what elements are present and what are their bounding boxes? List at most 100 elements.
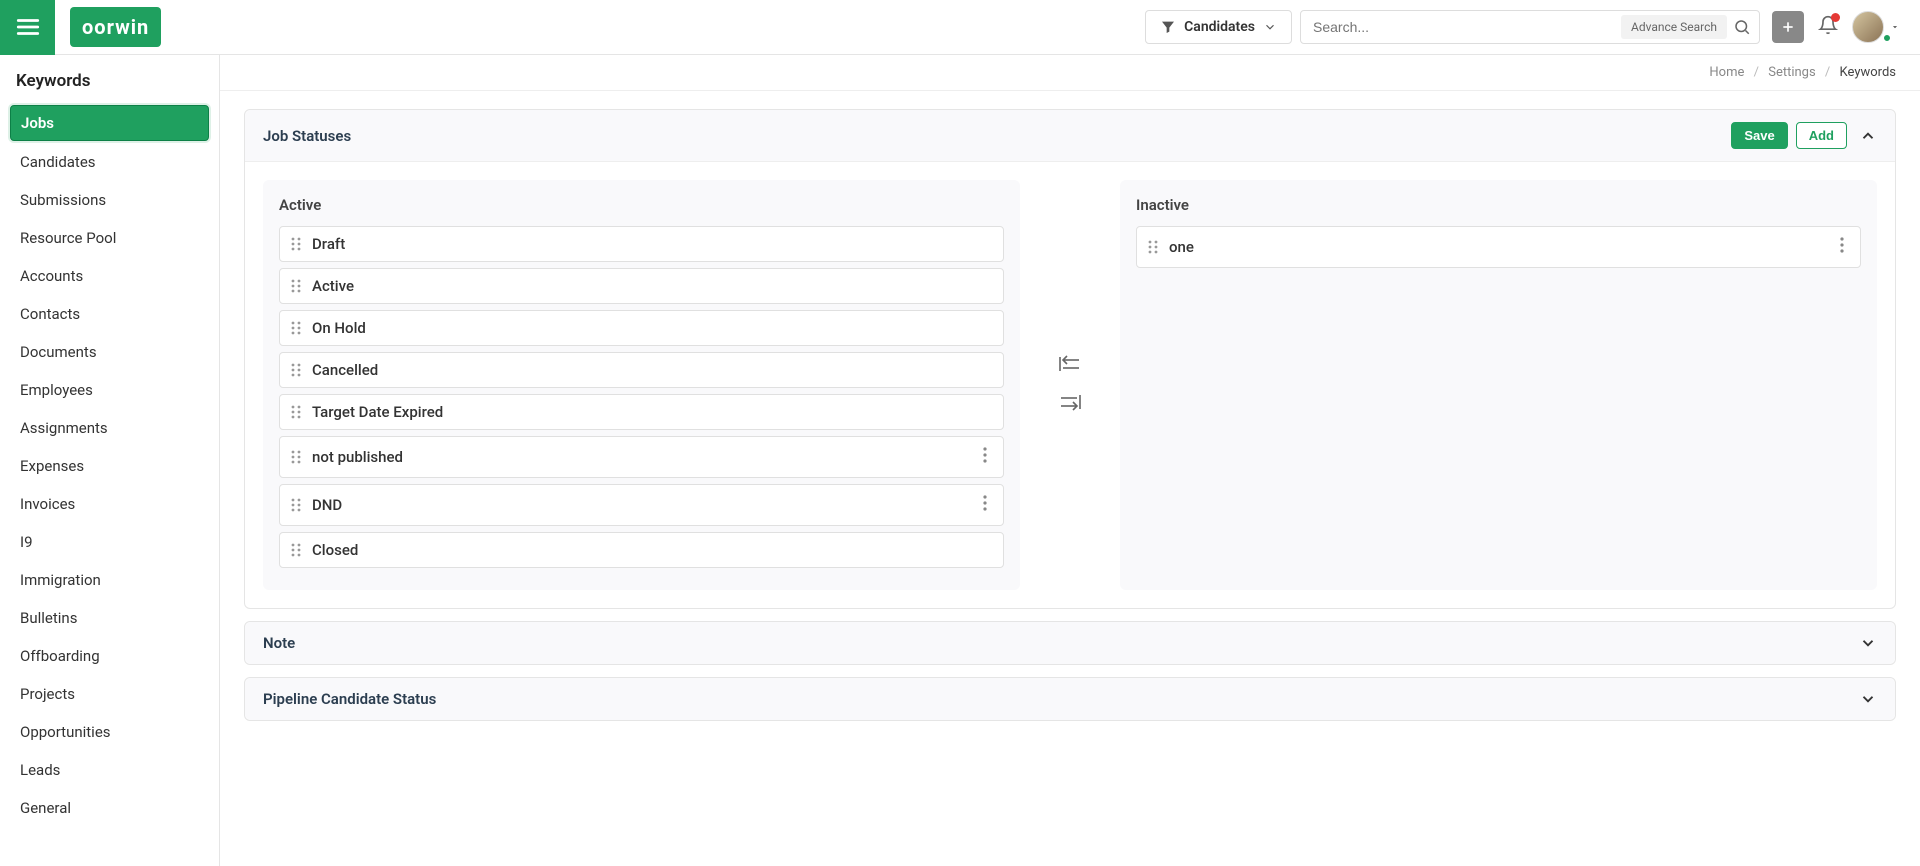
- search-container: Advance Search: [1300, 10, 1760, 44]
- panel-header-pipeline[interactable]: Pipeline Candidate Status: [245, 678, 1895, 720]
- add-button[interactable]: [1772, 11, 1804, 43]
- status-item[interactable]: On Hold: [279, 310, 1004, 346]
- status-item[interactable]: Draft: [279, 226, 1004, 262]
- panel-header-note[interactable]: Note: [245, 622, 1895, 664]
- drag-handle-icon[interactable]: [290, 320, 302, 336]
- move-right-icon: [1057, 392, 1083, 412]
- notifications-button[interactable]: [1818, 15, 1838, 39]
- sidebar-item-opportunities[interactable]: Opportunities: [10, 715, 209, 749]
- drag-handle-icon[interactable]: [290, 404, 302, 420]
- sidebar-item-immigration[interactable]: Immigration: [10, 563, 209, 597]
- status-item[interactable]: Cancelled: [279, 352, 1004, 388]
- transfer-controls: [1020, 180, 1120, 590]
- hamburger-menu-button[interactable]: [0, 0, 55, 55]
- top-header: oorwin Candidates Advance Search: [0, 0, 1920, 55]
- sidebar-item-leads[interactable]: Leads: [10, 753, 209, 787]
- expand-toggle[interactable]: [1859, 690, 1877, 708]
- panel-job-statuses: Job Statuses Save Add Active DraftActive…: [244, 109, 1896, 609]
- avatar: [1852, 11, 1884, 43]
- status-item[interactable]: Closed: [279, 532, 1004, 568]
- online-status-dot: [1882, 33, 1892, 43]
- move-left-button[interactable]: [1057, 354, 1083, 378]
- drag-handle-icon[interactable]: [290, 236, 302, 252]
- panel-title: Note: [263, 634, 1859, 652]
- chevron-up-icon: [1859, 127, 1877, 145]
- item-menu-button[interactable]: [1834, 235, 1850, 259]
- status-item[interactable]: Active: [279, 268, 1004, 304]
- sidebar-item-resource-pool[interactable]: Resource Pool: [10, 221, 209, 255]
- status-label: Active: [312, 277, 993, 295]
- drag-handle-icon[interactable]: [290, 362, 302, 378]
- panel-header-job-statuses: Job Statuses Save Add: [245, 110, 1895, 162]
- chevron-down-icon: [1263, 20, 1277, 34]
- sidebar: Keywords Jobs Candidates Submissions Resour…: [0, 55, 220, 866]
- status-item[interactable]: not published: [279, 436, 1004, 478]
- sidebar-title: Keywords: [10, 71, 209, 105]
- save-button[interactable]: Save: [1731, 122, 1787, 149]
- status-item[interactable]: DND: [279, 484, 1004, 526]
- sidebar-item-expenses[interactable]: Expenses: [10, 449, 209, 483]
- item-menu-button[interactable]: [977, 493, 993, 517]
- status-item[interactable]: one: [1136, 226, 1861, 268]
- drag-handle-icon[interactable]: [290, 497, 302, 513]
- move-right-button[interactable]: [1057, 392, 1083, 416]
- status-label: DND: [312, 496, 977, 514]
- add-button[interactable]: Add: [1796, 122, 1847, 149]
- notification-dot: [1831, 13, 1840, 22]
- status-label: Closed: [312, 541, 993, 559]
- sidebar-item-offboarding[interactable]: Offboarding: [10, 639, 209, 673]
- collapse-toggle[interactable]: [1859, 127, 1877, 145]
- status-label: Cancelled: [312, 361, 993, 379]
- user-menu[interactable]: [1852, 11, 1900, 43]
- sidebar-item-submissions[interactable]: Submissions: [10, 183, 209, 217]
- sidebar-item-assignments[interactable]: Assignments: [10, 411, 209, 445]
- sidebar-item-documents[interactable]: Documents: [10, 335, 209, 369]
- drag-handle-icon[interactable]: [290, 542, 302, 558]
- search-input[interactable]: [1313, 19, 1621, 35]
- inactive-column-title: Inactive: [1136, 196, 1861, 214]
- sidebar-item-contacts[interactable]: Contacts: [10, 297, 209, 331]
- expand-toggle[interactable]: [1859, 634, 1877, 652]
- logo-text: oorwin: [82, 15, 149, 39]
- breadcrumb-home[interactable]: Home: [1709, 65, 1744, 80]
- chevron-down-icon: [1859, 634, 1877, 652]
- drag-handle-icon[interactable]: [1147, 239, 1159, 255]
- sidebar-item-i9[interactable]: I9: [10, 525, 209, 559]
- breadcrumb-settings[interactable]: Settings: [1768, 65, 1815, 80]
- inactive-column: Inactive one: [1120, 180, 1877, 590]
- panel-pipeline: Pipeline Candidate Status: [244, 677, 1896, 721]
- status-label: Target Date Expired: [312, 403, 993, 421]
- status-item[interactable]: Target Date Expired: [279, 394, 1004, 430]
- filter-icon: [1160, 19, 1176, 35]
- filter-label: Candidates: [1184, 19, 1255, 35]
- caret-down-icon: [1890, 22, 1900, 32]
- plus-icon: [1780, 19, 1796, 35]
- breadcrumb-current: Keywords: [1840, 65, 1896, 80]
- search-icon[interactable]: [1733, 18, 1751, 36]
- advance-search-button[interactable]: Advance Search: [1621, 15, 1727, 39]
- status-label: one: [1169, 238, 1834, 256]
- drag-handle-icon[interactable]: [290, 278, 302, 294]
- status-label: On Hold: [312, 319, 993, 337]
- sidebar-item-invoices[interactable]: Invoices: [10, 487, 209, 521]
- active-column-title: Active: [279, 196, 1004, 214]
- filter-dropdown[interactable]: Candidates: [1145, 10, 1292, 44]
- sidebar-item-bulletins[interactable]: Bulletins: [10, 601, 209, 635]
- panel-title: Pipeline Candidate Status: [263, 690, 1859, 708]
- drag-handle-icon[interactable]: [290, 449, 302, 465]
- active-column: Active Draft Active On Hold Cancelled Target…: [263, 180, 1020, 590]
- breadcrumb: Home / Settings / Keywords: [220, 55, 1920, 91]
- sidebar-item-projects[interactable]: Projects: [10, 677, 209, 711]
- sidebar-item-employees[interactable]: Employees: [10, 373, 209, 407]
- sidebar-item-general[interactable]: General: [10, 791, 209, 825]
- item-menu-button[interactable]: [977, 445, 993, 469]
- status-label: Draft: [312, 235, 993, 253]
- logo[interactable]: oorwin: [70, 7, 161, 47]
- sidebar-item-candidates[interactable]: Candidates: [10, 145, 209, 179]
- status-label: not published: [312, 448, 977, 466]
- main-content: Home / Settings / Keywords Job Statuses …: [220, 55, 1920, 866]
- sidebar-item-accounts[interactable]: Accounts: [10, 259, 209, 293]
- chevron-down-icon: [1859, 690, 1877, 708]
- sidebar-item-jobs[interactable]: Jobs: [10, 105, 209, 141]
- panel-title: Job Statuses: [263, 127, 1731, 145]
